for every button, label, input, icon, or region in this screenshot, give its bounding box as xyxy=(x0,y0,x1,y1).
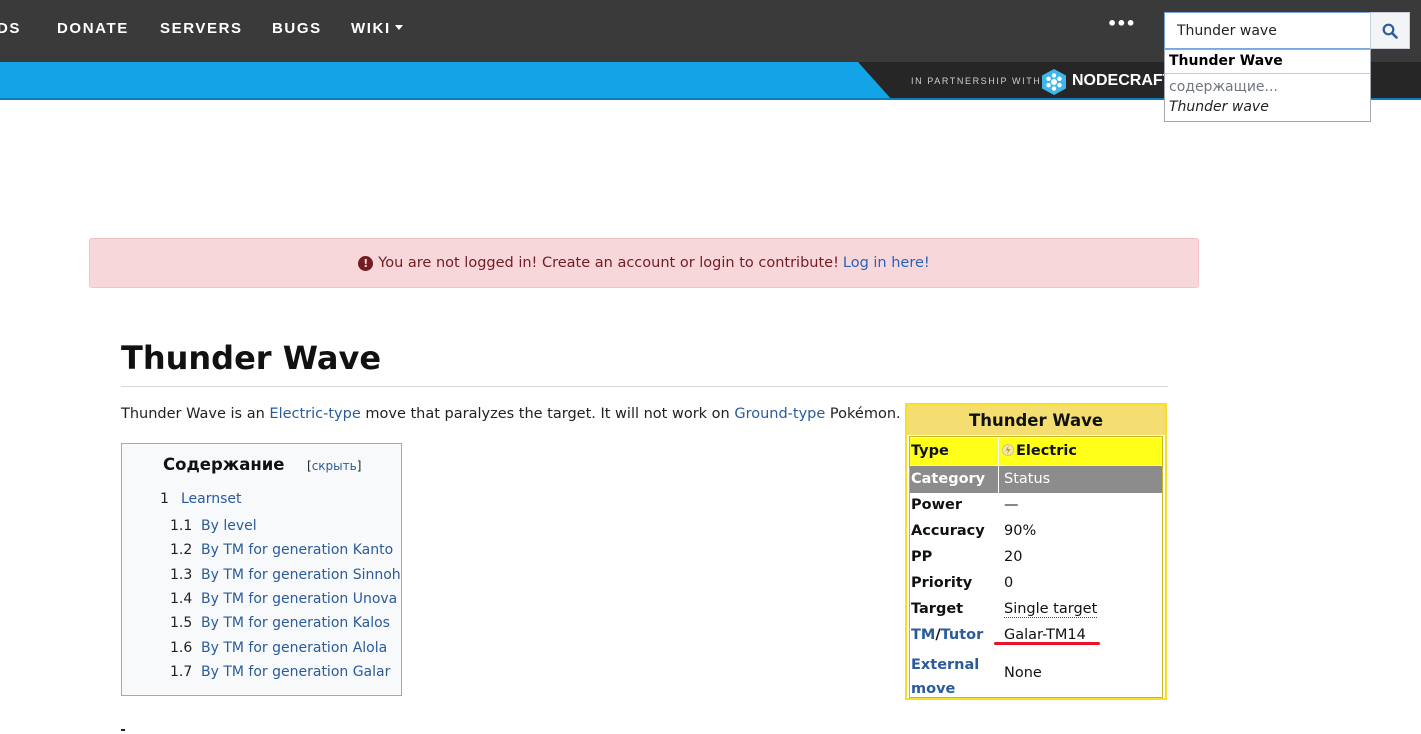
external-value: None xyxy=(1004,665,1042,681)
search-suggestions: Thunder Wave содержащие... Thunder wave xyxy=(1164,49,1371,122)
toc-item-number: 1.4 xyxy=(170,591,193,607)
target-label: Target xyxy=(911,601,964,617)
title-divider xyxy=(121,386,1168,387)
infobox-row-type: Type Electric xyxy=(910,438,1162,465)
power-value: — xyxy=(1004,497,1019,513)
type-value-text: Electric xyxy=(1016,443,1077,459)
toc-item-number: 1.6 xyxy=(170,640,193,656)
toc-item-label[interactable]: By level xyxy=(201,518,257,534)
toc-item-label[interactable]: By TM for generation Sinnoh xyxy=(201,567,401,583)
nav-item-bugs[interactable]: BUGS xyxy=(272,20,322,37)
nav-item-donate[interactable]: DONATE xyxy=(57,20,129,37)
search-icon xyxy=(1382,23,1398,39)
tutor-link[interactable]: Tutor xyxy=(941,627,984,643)
external-move-line2: move xyxy=(911,681,956,697)
toc-item-label[interactable]: By TM for generation Galar xyxy=(201,664,390,680)
toc-title: Содержание xyxy=(163,455,285,474)
page-title: Thunder Wave xyxy=(121,339,382,377)
login-alert: ! You are not logged in! Create an accou… xyxy=(89,238,1199,288)
infobox-row-external: External move None xyxy=(910,653,1162,699)
toc-bracket-close: ] xyxy=(356,459,362,473)
infobox-column-divider xyxy=(998,438,999,493)
type-value[interactable]: Electric xyxy=(1002,443,1077,459)
category-value: Status xyxy=(1004,471,1051,487)
move-infobox: Thunder Wave Type Electric Category Stat… xyxy=(905,403,1167,700)
accuracy-value: 90% xyxy=(1004,523,1037,539)
external-move-link[interactable]: External move xyxy=(911,653,979,701)
partner-name[interactable]: NODECRAFT xyxy=(1072,72,1172,90)
partner-text: IN PARTNERSHIP WITH xyxy=(911,76,1042,86)
power-label: Power xyxy=(911,497,962,513)
target-value[interactable]: Single target xyxy=(1004,601,1098,618)
toc-item-number: 1.2 xyxy=(170,542,193,558)
suggestion-containing-label[interactable]: содержащие... xyxy=(1169,79,1278,95)
nav-item-wiki-label: WIKI xyxy=(351,20,391,37)
external-move-line1: External xyxy=(911,657,980,673)
toc-item-label[interactable]: By TM for generation Kanto xyxy=(201,542,393,558)
toc-item-number: 1.1 xyxy=(170,518,193,534)
next-heading-edge xyxy=(121,729,125,731)
toc-item-label[interactable]: By TM for generation Alola xyxy=(201,640,387,656)
electric-type-link[interactable]: Electric-type xyxy=(269,406,360,422)
priority-value: 0 xyxy=(1004,575,1014,591)
toc-toggle[interactable]: [скрыть] xyxy=(307,459,361,473)
table-of-contents: Содержание [скрыть] 1 Learnset 1.1 By le… xyxy=(121,443,402,696)
search-input[interactable] xyxy=(1164,12,1371,49)
intro-paragraph: Thunder Wave is an Electric-type move th… xyxy=(121,406,901,422)
search-button[interactable] xyxy=(1370,12,1410,49)
accuracy-label: Accuracy xyxy=(911,523,985,539)
chevron-down-icon xyxy=(394,25,403,30)
infobox-title: Thunder Wave xyxy=(907,405,1165,435)
suggestion-item-page[interactable]: Thunder Wave xyxy=(1169,53,1283,69)
toc-hide-link[interactable]: скрыть xyxy=(312,459,357,473)
more-options-icon[interactable]: ••• xyxy=(1107,14,1136,33)
intro-text-1: Thunder Wave is an xyxy=(121,406,270,422)
login-link[interactable]: Log in here! xyxy=(843,255,930,271)
tm-value: Galar-TM14 xyxy=(1004,627,1086,643)
toc-item-number: 1.5 xyxy=(170,615,193,631)
tm-tutor-label: TM/Tutor xyxy=(911,627,983,643)
nodecraft-logo-icon[interactable] xyxy=(1041,68,1067,96)
toc-item-number: 1.7 xyxy=(170,664,193,680)
infobox-row-category: Category Status xyxy=(910,466,1162,493)
infobox-table: Type Electric Category Status Power — Ac… xyxy=(909,436,1163,698)
toc-item-label[interactable]: Learnset xyxy=(181,491,242,507)
toc-item-number: 1.3 xyxy=(170,567,193,583)
nav-item-downloads[interactable]: DS xyxy=(0,20,21,37)
ground-type-link[interactable]: Ground-type xyxy=(734,406,825,422)
suggestion-containing-term[interactable]: Thunder wave xyxy=(1169,99,1269,115)
toc-item-label[interactable]: By TM for generation Kalos xyxy=(201,615,390,631)
tm-link[interactable]: TM xyxy=(911,627,935,643)
nav-item-servers[interactable]: SERVERS xyxy=(160,20,243,37)
toc-item-label[interactable]: By TM for generation Unova xyxy=(201,591,397,607)
exclamation-circle-icon: ! xyxy=(358,255,374,271)
intro-text-3: Pokémon. xyxy=(825,406,901,422)
type-label: Type xyxy=(911,443,949,459)
highlight-underline xyxy=(994,642,1100,645)
priority-label: Priority xyxy=(911,575,973,591)
suggestion-divider xyxy=(1165,73,1370,74)
intro-text-2: move that paralyzes the target. It will … xyxy=(360,406,735,422)
electric-type-icon xyxy=(1002,444,1014,456)
alert-message: You are not logged in! Create an account… xyxy=(378,255,839,271)
nav-item-wiki[interactable]: WIKI xyxy=(351,20,403,37)
pp-value: 20 xyxy=(1004,549,1023,565)
toc-item-number: 1 xyxy=(160,491,169,507)
category-label: Category xyxy=(911,471,986,487)
pp-label: PP xyxy=(911,549,933,565)
